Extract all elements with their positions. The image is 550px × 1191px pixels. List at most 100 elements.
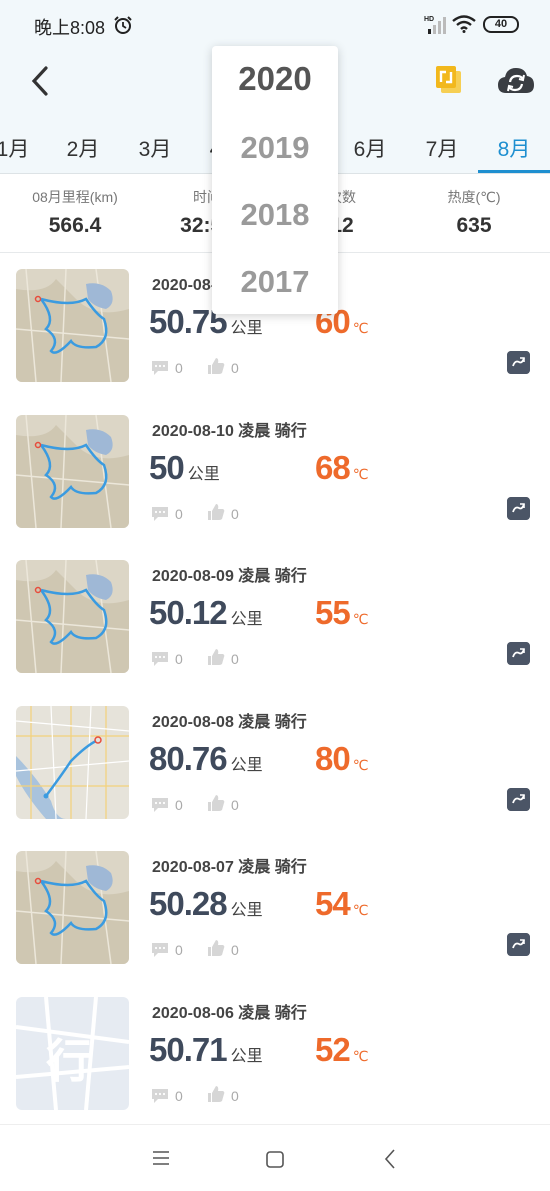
year-option[interactable]: 2018 — [212, 197, 338, 233]
like-icon[interactable] — [207, 648, 225, 666]
comment-count: 0 — [175, 797, 183, 813]
route-map-thumbnail[interactable] — [16, 706, 129, 819]
like-count: 0 — [231, 506, 239, 522]
map-placeholder-text: 行 — [46, 1035, 92, 1087]
ride-distance: 80.76 公里 — [149, 740, 263, 778]
like-count: 0 — [231, 797, 239, 813]
ride-heat: 68 ℃ — [315, 449, 368, 487]
ride-card[interactable]: 2020-08-09 凌晨 骑行 50.12 公里 55 ℃ 0 0 — [0, 544, 550, 689]
comment-count: 0 — [175, 942, 183, 958]
like-icon[interactable] — [207, 357, 225, 375]
year-option[interactable]: 2019 — [212, 130, 338, 166]
distance-unit: 公里 — [230, 757, 263, 774]
ride-card[interactable]: 2020-08-08 凌晨 骑行 80.76 公里 80 ℃ 0 0 — [0, 690, 550, 835]
ride-distance: 50.71 公里 — [149, 1031, 263, 1069]
ride-distance: 50.12 公里 — [149, 594, 263, 632]
route-share-icon[interactable] — [507, 933, 530, 956]
ride-title: 2020-08-07 凌晨 骑行 — [152, 859, 307, 876]
tab-month-8[interactable]: 8月 — [479, 133, 549, 163]
comment-icon[interactable] — [151, 360, 169, 376]
like-count: 0 — [231, 1088, 239, 1104]
distance-unit: 公里 — [230, 611, 263, 628]
route-share-icon[interactable] — [507, 642, 530, 665]
status-time: 晚上8:08 — [34, 18, 106, 38]
distance-unit: 公里 — [230, 1048, 263, 1065]
ride-heat: 52 ℃ — [315, 1031, 368, 1069]
comment-count: 0 — [175, 506, 183, 522]
tab-month-2[interactable]: 2月 — [48, 133, 118, 163]
ride-title: 2020-08-09 凌晨 骑行 — [152, 568, 307, 585]
cloud-sync-icon[interactable] — [497, 65, 535, 97]
heat-unit: ℃ — [352, 757, 369, 773]
ride-distance: 50.28 公里 — [149, 885, 263, 923]
heat-unit: ℃ — [352, 902, 369, 918]
comment-icon[interactable] — [151, 797, 169, 813]
route-map-thumbnail[interactable] — [16, 560, 129, 673]
sync-data-icon[interactable] — [435, 65, 463, 95]
heat-value: 54 — [315, 885, 351, 922]
home-icon[interactable] — [266, 1151, 284, 1168]
comment-count: 0 — [175, 1088, 183, 1104]
ride-heat: 54 ℃ — [315, 885, 368, 923]
alarm-icon — [114, 16, 132, 34]
heat-unit: ℃ — [352, 1048, 369, 1064]
ride-heat: 80 ℃ — [315, 740, 368, 778]
distance-unit: 公里 — [187, 466, 220, 483]
ride-title: 2020-08-10 凌晨 骑行 — [152, 423, 307, 440]
ride-title: 2020-08-08 凌晨 骑行 — [152, 714, 307, 731]
tab-month-7[interactable]: 7月 — [407, 133, 477, 163]
back-nav-icon[interactable] — [384, 1149, 396, 1169]
route-map-thumbnail[interactable]: 行 — [16, 997, 129, 1110]
like-count: 0 — [231, 942, 239, 958]
year-option-selected[interactable]: 2020 — [212, 60, 338, 98]
heat-unit: ℃ — [352, 320, 369, 336]
distance-value: 50 — [149, 449, 185, 486]
heat-unit: ℃ — [352, 611, 369, 627]
menu-icon[interactable] — [152, 1151, 170, 1165]
route-map-thumbnail[interactable] — [16, 269, 129, 382]
comment-icon[interactable] — [151, 506, 169, 522]
year-option[interactable]: 2017 — [212, 264, 338, 300]
ride-card[interactable]: 2020-08-10 凌晨 骑行 50 公里 68 ℃ 0 0 — [0, 399, 550, 544]
active-tab-indicator — [478, 170, 550, 173]
signal-icon: HD — [424, 16, 446, 34]
stat-value: 566.4 — [48, 214, 102, 237]
tab-month-3[interactable]: 3月 — [120, 133, 190, 163]
stat-value: 635 — [456, 214, 492, 237]
comment-count: 0 — [175, 651, 183, 667]
route-map-thumbnail[interactable] — [16, 851, 129, 964]
comment-icon[interactable] — [151, 651, 169, 667]
route-share-icon[interactable] — [507, 497, 530, 520]
distance-value: 50.12 — [149, 594, 228, 631]
tab-month-1[interactable]: 1月 — [0, 133, 48, 163]
ride-title: 2020-08-06 凌晨 骑行 — [152, 1005, 307, 1022]
like-icon[interactable] — [207, 939, 225, 957]
ride-card[interactable]: 行 2020-08-06 凌晨 骑行 50.71 公里 52 ℃ 0 0 — [0, 981, 550, 1126]
year-picker-dropdown: 2020 2019 2018 2017 — [212, 46, 338, 314]
like-count: 0 — [231, 360, 239, 376]
system-nav-bar — [0, 1124, 550, 1191]
comment-icon[interactable] — [151, 942, 169, 958]
stat-label: 08月里程(km) — [32, 189, 118, 205]
like-icon[interactable] — [207, 794, 225, 812]
route-map-thumbnail[interactable] — [16, 415, 129, 528]
heat-value: 80 — [315, 740, 351, 777]
back-arrow-icon[interactable] — [26, 64, 54, 98]
network-label: HD — [424, 16, 434, 23]
comment-icon[interactable] — [151, 1088, 169, 1104]
distance-unit: 公里 — [230, 320, 263, 337]
route-share-icon[interactable] — [507, 788, 530, 811]
like-icon[interactable] — [207, 503, 225, 521]
tab-month-6[interactable]: 6月 — [335, 133, 405, 163]
ride-card[interactable]: 2020-08-07 凌晨 骑行 50.28 公里 54 ℃ 0 0 — [0, 835, 550, 980]
status-bar: 晚上8:08 HD 40 — [0, 0, 550, 50]
distance-value: 80.76 — [149, 740, 228, 777]
ride-distance: 50 公里 — [149, 449, 220, 487]
route-share-icon[interactable] — [507, 351, 530, 374]
distance-value: 50.71 — [149, 1031, 228, 1068]
like-icon[interactable] — [207, 1085, 225, 1103]
stat-heat: 热度(℃) 635 — [404, 187, 544, 238]
ride-heat: 55 ℃ — [315, 594, 368, 632]
battery-indicator: 40 — [483, 16, 519, 33]
heat-unit: ℃ — [352, 466, 369, 482]
